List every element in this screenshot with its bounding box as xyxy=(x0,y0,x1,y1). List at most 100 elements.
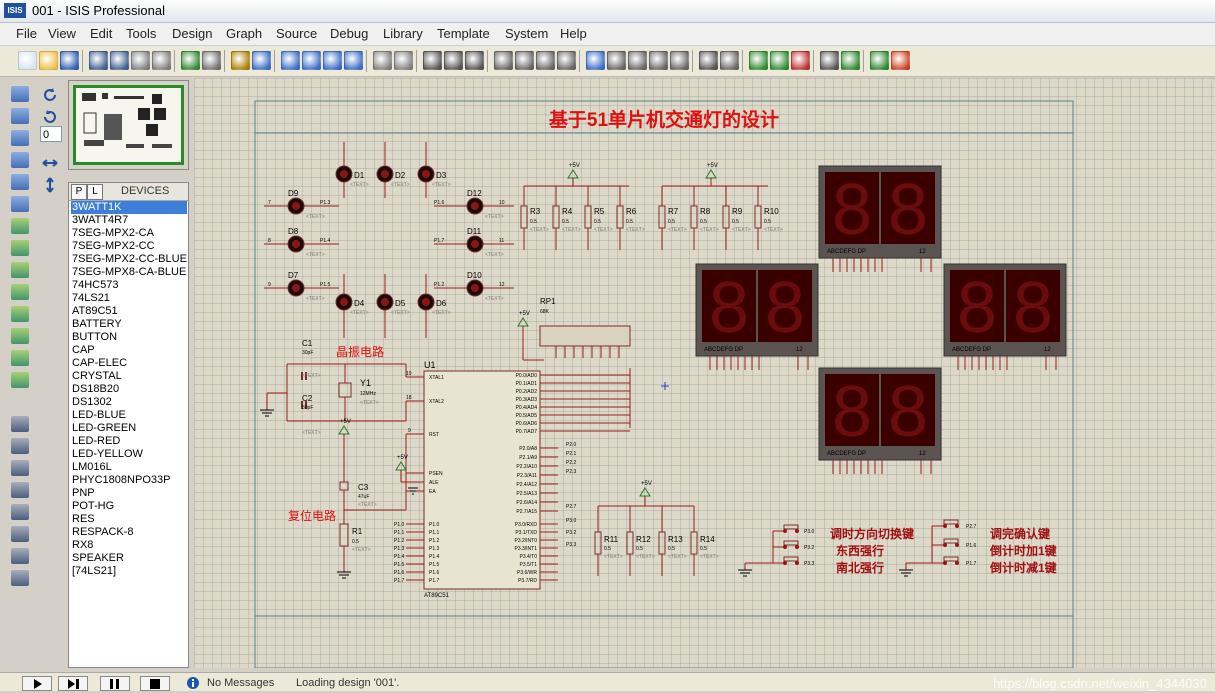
cut-icon[interactable] xyxy=(423,51,442,70)
button-right-0[interactable] xyxy=(943,519,959,525)
device-item[interactable]: DS18B20 xyxy=(71,383,187,396)
export-icon[interactable] xyxy=(110,51,129,70)
subcircuit-tool-icon[interactable] xyxy=(11,218,29,234)
refresh-icon[interactable] xyxy=(181,51,200,70)
undo-icon[interactable] xyxy=(373,51,392,70)
virtual-instrument-tool-icon[interactable] xyxy=(11,372,29,388)
print-area-icon[interactable] xyxy=(152,51,171,70)
zoom-area-icon[interactable] xyxy=(344,51,363,70)
pick-icon[interactable] xyxy=(586,51,605,70)
resistor-r6[interactable] xyxy=(616,205,624,229)
messages-status[interactable]: No Messages xyxy=(207,677,274,689)
text-tool-icon[interactable] xyxy=(11,526,29,542)
exit-parent-icon[interactable] xyxy=(820,51,839,70)
sim-stop-button[interactable] xyxy=(140,676,170,691)
device-item[interactable]: BUTTON xyxy=(71,331,187,344)
device-item[interactable]: 3WATT1K xyxy=(71,201,187,214)
erc-icon[interactable] xyxy=(870,51,889,70)
tape-recorder-tool-icon[interactable] xyxy=(11,328,29,344)
sim-step-button[interactable] xyxy=(58,676,88,691)
menu-system[interactable]: System xyxy=(505,26,548,41)
button-left-2[interactable] xyxy=(783,556,799,562)
menu-tools[interactable]: Tools xyxy=(126,26,156,41)
resistor-r13[interactable] xyxy=(658,531,666,555)
remove-sheet-icon[interactable] xyxy=(791,51,810,70)
circle-tool-icon[interactable] xyxy=(11,460,29,476)
overview-viewport[interactable] xyxy=(73,85,184,165)
device-item[interactable]: 7SEG-MPX2-CC xyxy=(71,240,187,253)
wire-label-tool-icon[interactable] xyxy=(11,152,29,168)
zoom-all-icon[interactable] xyxy=(323,51,342,70)
generator-tool-icon[interactable] xyxy=(11,284,29,300)
selection-tool-icon[interactable] xyxy=(11,86,29,102)
sim-play-button[interactable] xyxy=(22,676,52,691)
device-item[interactable]: RX8 xyxy=(71,539,187,552)
sim-pause-button[interactable] xyxy=(100,676,130,691)
open-icon[interactable] xyxy=(39,51,58,70)
device-item[interactable]: LED-RED xyxy=(71,435,187,448)
search-icon[interactable] xyxy=(699,51,718,70)
device-item[interactable]: 74LS21 xyxy=(71,292,187,305)
menu-graph[interactable]: Graph xyxy=(226,26,262,41)
button-left-0[interactable] xyxy=(783,524,799,530)
terminal-tool-icon[interactable] xyxy=(11,240,29,256)
block-rotate-icon[interactable] xyxy=(536,51,555,70)
resistor-r12[interactable] xyxy=(626,531,634,555)
box-tool-icon[interactable] xyxy=(11,438,29,454)
arc-tool-icon[interactable] xyxy=(11,482,29,498)
device-item[interactable]: POT-HG xyxy=(71,500,187,513)
device-item[interactable]: DS1302 xyxy=(71,396,187,409)
new-icon[interactable] xyxy=(18,51,37,70)
bus-tool-icon[interactable] xyxy=(11,196,29,212)
device-item[interactable]: RES xyxy=(71,513,187,526)
resistor-r9[interactable] xyxy=(722,205,730,229)
device-item[interactable]: 7SEG-MPX2-CA xyxy=(71,227,187,240)
device-item[interactable]: 7SEG-MPX2-CC-BLUE xyxy=(71,253,187,266)
resistor-r1[interactable] xyxy=(339,523,349,547)
mirror-x-icon[interactable] xyxy=(41,154,59,172)
capacitor-c3[interactable] xyxy=(339,481,349,491)
menu-help[interactable]: Help xyxy=(560,26,587,41)
rotation-angle-input[interactable]: 0 xyxy=(40,126,62,142)
device-item[interactable]: PHYC1808NPO33P xyxy=(71,474,187,487)
design-explorer-icon[interactable] xyxy=(749,51,768,70)
grid-icon[interactable] xyxy=(202,51,221,70)
button-right-2[interactable] xyxy=(943,556,959,562)
wire-autorouter-icon[interactable] xyxy=(670,51,689,70)
marker-tool-icon[interactable] xyxy=(11,570,29,586)
menu-view[interactable]: View xyxy=(48,26,76,41)
paste-icon[interactable] xyxy=(465,51,484,70)
device-item[interactable]: CAP xyxy=(71,344,187,357)
device-item[interactable]: 7SEG-MPX8-CA-BLUE xyxy=(71,266,187,279)
block-delete-icon[interactable] xyxy=(557,51,576,70)
device-item[interactable]: [74LS21] xyxy=(71,565,187,578)
bom-icon[interactable] xyxy=(841,51,860,70)
schematic-canvas[interactable]: 基于51单片机交通灯的设计 D1 <TEXT> D2 <TEXT> D3 <TEXT> D4 <… xyxy=(194,78,1215,668)
copy-icon[interactable] xyxy=(444,51,463,70)
path-tool-icon[interactable] xyxy=(11,504,29,520)
pick-devices-button[interactable]: P xyxy=(71,184,87,200)
schematic-drawing[interactable]: 基于51单片机交通灯的设计 D1 <TEXT> D2 <TEXT> D3 <TEXT> D4 <… xyxy=(194,78,1215,668)
mirror-y-icon[interactable] xyxy=(41,176,59,194)
resistor-r11[interactable] xyxy=(594,531,602,555)
resistor-r10[interactable] xyxy=(754,205,762,229)
device-pin-tool-icon[interactable] xyxy=(11,262,29,278)
graph-tool-icon[interactable] xyxy=(11,306,29,322)
property-icon[interactable] xyxy=(720,51,739,70)
pan-icon[interactable] xyxy=(252,51,271,70)
component-tool-icon[interactable] xyxy=(11,108,29,124)
package-icon[interactable] xyxy=(628,51,647,70)
device-item[interactable]: CAP-ELEC xyxy=(71,357,187,370)
device-item[interactable]: CRYSTAL xyxy=(71,370,187,383)
block-copy-icon[interactable] xyxy=(494,51,513,70)
device-item[interactable]: LED-GREEN xyxy=(71,422,187,435)
origin-icon[interactable] xyxy=(231,51,250,70)
ares-icon[interactable] xyxy=(891,51,910,70)
button-right-1[interactable] xyxy=(943,538,959,544)
menu-source[interactable]: Source xyxy=(276,26,317,41)
device-item[interactable]: BATTERY xyxy=(71,318,187,331)
probe-tool-icon[interactable] xyxy=(11,350,29,366)
resistor-r14[interactable] xyxy=(690,531,698,555)
menu-edit[interactable]: Edit xyxy=(90,26,112,41)
device-item[interactable]: SPEAKER xyxy=(71,552,187,565)
